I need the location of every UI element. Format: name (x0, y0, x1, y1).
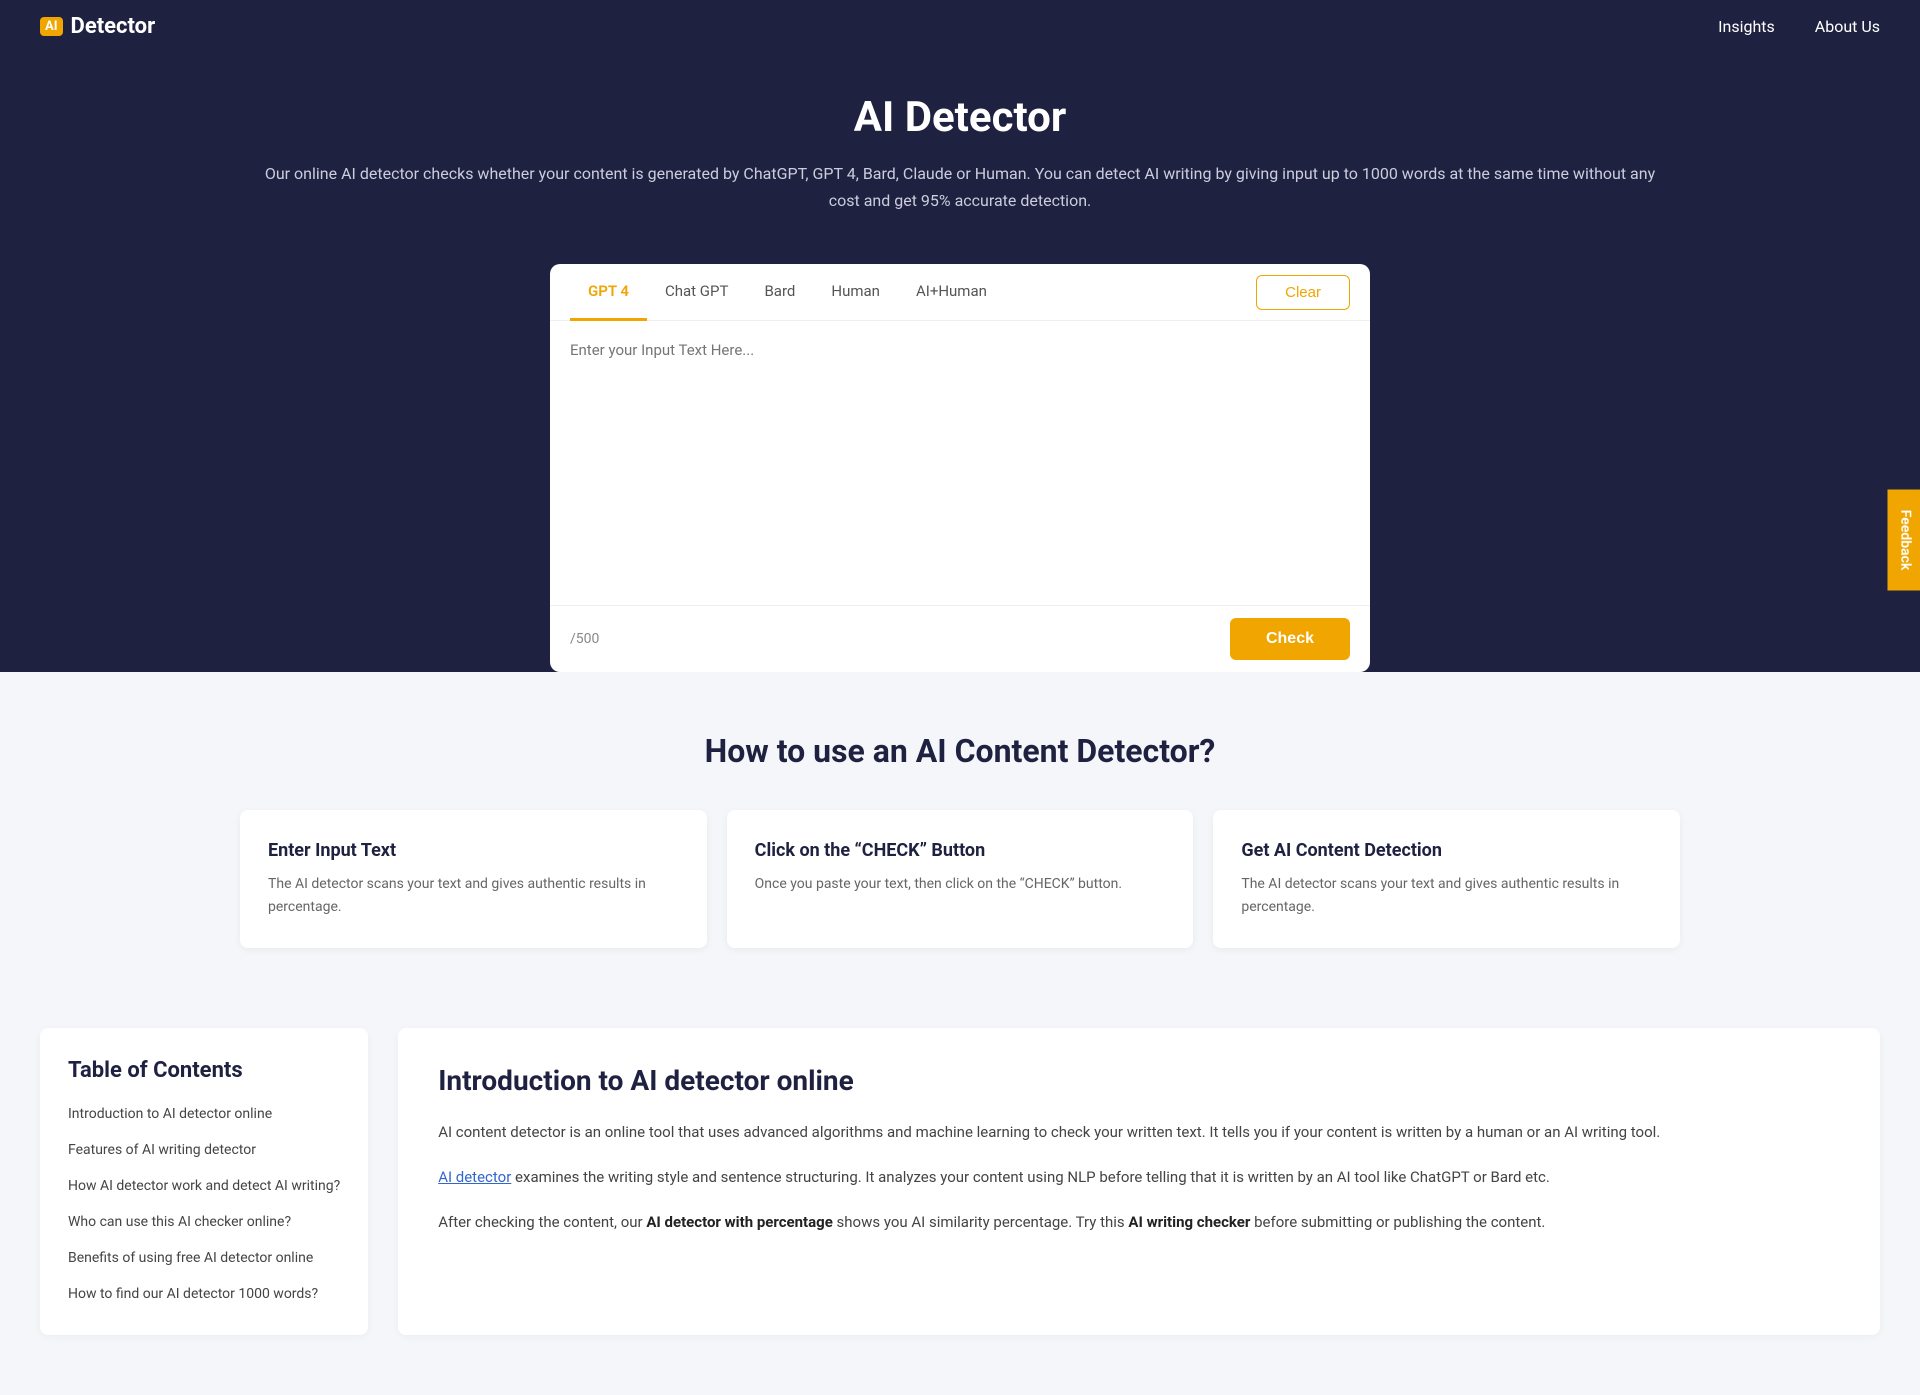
toc-link-5[interactable]: Benefits of using free AI detector onlin… (68, 1250, 313, 1266)
hero-section: AI Detector Our online AI detector check… (0, 53, 1920, 234)
nav-links: Insights About Us (1718, 17, 1880, 36)
tab-gpt4[interactable]: GPT 4 (570, 264, 647, 321)
logo: AI Detector (40, 14, 155, 39)
list-item: Features of AI writing detector (68, 1139, 340, 1161)
toc-link-3[interactable]: How AI detector work and detect AI writi… (68, 1178, 340, 1194)
how-card-1-desc: The AI detector scans your text and give… (268, 873, 679, 918)
list-item: How to find our AI detector 1000 words? (68, 1283, 340, 1305)
table-of-contents: Table of Contents Introduction to AI det… (40, 1028, 368, 1335)
check-button[interactable]: Check (1230, 618, 1350, 660)
toc-list: Introduction to AI detector online Featu… (68, 1103, 340, 1305)
how-section-title: How to use an AI Content Detector? (40, 732, 1880, 770)
tab-chatgpt[interactable]: Chat GPT (647, 264, 746, 321)
how-card-2: Click on the “CHECK” Button Once you pas… (727, 810, 1194, 948)
tab-human[interactable]: Human (813, 264, 898, 321)
list-item: How AI detector work and detect AI writi… (68, 1175, 340, 1197)
list-item: Introduction to AI detector online (68, 1103, 340, 1125)
logo-ai-badge: AI (40, 17, 63, 36)
hero-description: Our online AI detector checks whether yo… (260, 160, 1660, 214)
how-card-3: Get AI Content Detection The AI detector… (1213, 810, 1680, 948)
toc-link-6[interactable]: How to find our AI detector 1000 words? (68, 1286, 318, 1302)
toc-link-1[interactable]: Introduction to AI detector online (68, 1106, 272, 1122)
how-card-2-desc: Once you paste your text, then click on … (755, 873, 1166, 895)
article-para-3: After checking the content, our AI detec… (438, 1209, 1840, 1236)
detector-footer: /500 Check (550, 605, 1370, 672)
how-card-3-desc: The AI detector scans your text and give… (1241, 873, 1652, 918)
article-content: Introduction to AI detector online AI co… (398, 1028, 1880, 1335)
how-card-1-title: Enter Input Text (268, 840, 679, 861)
logo-text: Detector (71, 14, 156, 39)
tab-aihuman[interactable]: AI+Human (898, 264, 1005, 321)
list-item: Who can use this AI checker online? (68, 1211, 340, 1233)
how-cards: Enter Input Text The AI detector scans y… (240, 810, 1680, 948)
article-title: Introduction to AI detector online (438, 1064, 1840, 1097)
bold-1: AI detector with percentage (646, 1213, 832, 1231)
article-para-2-rest: examines the writing style and sentence … (515, 1168, 1550, 1186)
article-para-1: AI content detector is an online tool th… (438, 1119, 1840, 1146)
detector-tabs: GPT 4 Chat GPT Bard Human AI+Human Clear (550, 264, 1370, 321)
toc-title: Table of Contents (68, 1058, 340, 1083)
nav-about[interactable]: About Us (1815, 17, 1880, 36)
clear-button[interactable]: Clear (1256, 275, 1350, 310)
toc-link-4[interactable]: Who can use this AI checker online? (68, 1214, 291, 1230)
article-link[interactable]: AI detector (438, 1168, 511, 1186)
navbar: AI Detector Insights About Us (0, 0, 1920, 53)
tab-bard[interactable]: Bard (746, 264, 813, 321)
how-section: How to use an AI Content Detector? Enter… (0, 672, 1920, 998)
hero-title: AI Detector (20, 93, 1900, 142)
toc-link-2[interactable]: Features of AI writing detector (68, 1142, 256, 1158)
feedback-tab[interactable]: Feedback (1888, 490, 1920, 591)
nav-insights[interactable]: Insights (1718, 17, 1775, 36)
how-card-1: Enter Input Text The AI detector scans y… (240, 810, 707, 948)
how-card-2-title: Click on the “CHECK” Button (755, 840, 1166, 861)
how-card-3-title: Get AI Content Detection (1241, 840, 1652, 861)
article-para-2: AI detector examines the writing style a… (438, 1164, 1840, 1191)
bold-2: AI writing checker (1128, 1213, 1250, 1231)
word-count: /500 (570, 631, 599, 647)
list-item: Benefits of using free AI detector onlin… (68, 1247, 340, 1269)
content-section: Table of Contents Introduction to AI det… (0, 998, 1920, 1395)
detector-card: GPT 4 Chat GPT Bard Human AI+Human Clear… (550, 264, 1370, 672)
input-textarea[interactable] (550, 321, 1370, 601)
